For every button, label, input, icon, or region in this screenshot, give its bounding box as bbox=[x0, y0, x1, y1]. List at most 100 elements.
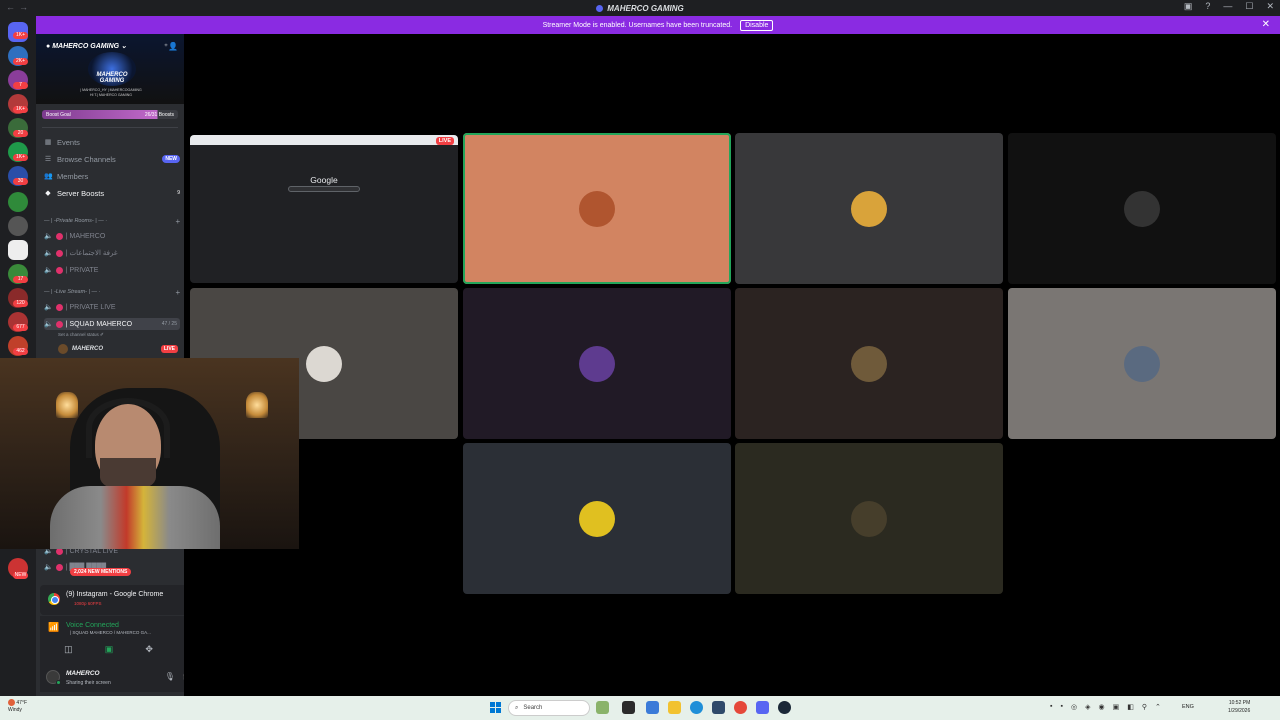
window-controls: ▣ ? — ☐ ✕ bbox=[1184, 1, 1274, 12]
add-channel-icon[interactable]: + bbox=[175, 288, 180, 297]
participant-avatar bbox=[579, 190, 615, 227]
category-live-stream[interactable]: — | -Live Stream- | — · + bbox=[44, 287, 180, 297]
browse-channels-item[interactable]: ☰ Browse Channels NEW bbox=[44, 153, 180, 165]
file-explorer-icon[interactable] bbox=[668, 701, 681, 714]
edge-icon[interactable] bbox=[690, 701, 703, 714]
voice-channel-path[interactable]: | SQUAD MAHERCO / MAHERCO GA... bbox=[70, 630, 151, 635]
tray-icon[interactable]: ◧ bbox=[1127, 703, 1134, 711]
chrome-taskbar-icon[interactable] bbox=[734, 701, 747, 714]
rail-badge: 30 bbox=[13, 178, 28, 185]
invite-people-icon[interactable]: ⁺👤 bbox=[164, 42, 178, 51]
weather-widget[interactable]: 47°F Windy bbox=[8, 699, 27, 714]
activities-icon[interactable]: ✥ bbox=[145, 644, 153, 655]
screen-share-icon[interactable]: ▣ bbox=[105, 644, 114, 655]
clock[interactable]: 10:52 PM 1/29/2026 bbox=[1228, 699, 1250, 715]
voice-channel[interactable]: 🔈 | MAHERCO bbox=[44, 230, 180, 242]
back-forward-arrows[interactable]: ←→ bbox=[6, 2, 32, 12]
voice-member[interactable]: MAHERCO LIVE bbox=[58, 343, 178, 355]
inbox-icon[interactable]: ▣ bbox=[1184, 1, 1193, 12]
streamer-webcam bbox=[0, 358, 299, 549]
chevron-up-icon[interactable]: ⌃ bbox=[1155, 703, 1161, 711]
voice-channel-active[interactable]: 🔈 | SQUAD MAHERCO 47 / 25 bbox=[44, 318, 180, 330]
app-icon[interactable] bbox=[712, 701, 725, 714]
participant-avatar bbox=[851, 190, 887, 227]
steam-icon[interactable] bbox=[778, 701, 791, 714]
stream-quality: 1080p 60FPS bbox=[74, 601, 102, 606]
channel-emoji-icon bbox=[55, 249, 63, 257]
system-tray: ▪ ▪ ◎ ◈ ◉ ▣ ◧ ⚲ ⌃ bbox=[1050, 703, 1161, 711]
channel-emoji-icon bbox=[55, 320, 63, 328]
channel-emoji-icon bbox=[55, 303, 63, 311]
server-header[interactable]: ● MAHERCO GAMING ⌄ ⁺👤 MAHERCO GAMING | M… bbox=[36, 34, 184, 104]
participant-tile[interactable] bbox=[735, 443, 1003, 594]
add-channel-icon[interactable]: + bbox=[175, 217, 180, 226]
boost-count: 9 bbox=[177, 190, 180, 196]
participant-tile[interactable] bbox=[735, 133, 1003, 284]
tray-icon[interactable]: ▣ bbox=[1113, 703, 1120, 711]
browser-tab-bar bbox=[190, 135, 458, 145]
channel-status-link[interactable]: Set a channel status ✐ bbox=[58, 332, 104, 338]
boost-goal-label: Boost Goal bbox=[46, 111, 71, 118]
channel-emoji-icon bbox=[55, 266, 63, 274]
minimize-button[interactable]: — bbox=[1223, 1, 1232, 12]
close-button[interactable]: ✕ bbox=[1266, 1, 1274, 12]
participant-tile[interactable] bbox=[463, 443, 731, 594]
app-icon[interactable] bbox=[646, 701, 659, 714]
participant-tile[interactable] bbox=[1008, 133, 1276, 284]
streamer-shirt bbox=[50, 486, 220, 549]
server-icon[interactable] bbox=[8, 240, 28, 260]
signal-icon[interactable]: 📶 bbox=[48, 622, 59, 633]
participant-tile[interactable] bbox=[463, 288, 731, 439]
window-title: MAHERCO GAMING bbox=[596, 4, 684, 13]
rail-badge: NEW bbox=[13, 572, 28, 579]
widgets-icon[interactable] bbox=[596, 701, 609, 714]
rail-badge: 677 bbox=[13, 324, 28, 331]
rail-badge: 1K+ bbox=[13, 32, 28, 39]
screen-share-stream-tile[interactable]: Google LIVE bbox=[190, 135, 458, 283]
discord-taskbar-icon[interactable] bbox=[756, 701, 769, 714]
taskbar-search[interactable]: ⌕ Search bbox=[508, 700, 590, 716]
task-view-icon[interactable] bbox=[622, 701, 635, 714]
participant-tile[interactable] bbox=[735, 288, 1003, 439]
category-private-rooms[interactable]: — | -Private Rooms- | — · + bbox=[44, 216, 180, 226]
voice-channel[interactable]: 🔈 | PRIVATE LIVE bbox=[44, 301, 180, 313]
server-icon[interactable] bbox=[8, 216, 28, 236]
events-item[interactable]: ▦ Events bbox=[44, 136, 180, 148]
headphones-icon[interactable]: 🎧 bbox=[183, 672, 184, 681]
rail-badge: 7 bbox=[13, 82, 28, 89]
tray-icon[interactable]: ▪ bbox=[1060, 703, 1062, 711]
tray-icon[interactable]: ◉ bbox=[1098, 703, 1104, 711]
voice-channel[interactable]: 🔈 | PRIVATE bbox=[44, 264, 180, 276]
username[interactable]: MAHERCO bbox=[66, 670, 100, 677]
dismiss-banner-icon[interactable]: ✕ bbox=[1262, 19, 1270, 30]
members-item[interactable]: 👥 Members bbox=[44, 170, 180, 182]
boost-goal-bar[interactable]: Boost Goal 26/31 Boosts bbox=[42, 110, 178, 119]
participant-tile[interactable] bbox=[463, 133, 731, 284]
microphone-icon[interactable]: 🎙 bbox=[165, 672, 175, 681]
help-icon[interactable]: ? bbox=[1205, 1, 1210, 12]
disable-button[interactable]: Disable bbox=[740, 19, 774, 31]
tray-icon[interactable]: ◎ bbox=[1071, 703, 1077, 711]
maximize-button[interactable]: ☐ bbox=[1245, 1, 1253, 12]
new-badge: NEW bbox=[162, 155, 180, 163]
start-button[interactable] bbox=[490, 702, 501, 713]
server-boosts-item[interactable]: ◆ Server Boosts 9 bbox=[44, 187, 180, 199]
voice-connected-title[interactable]: Voice Connected bbox=[66, 622, 119, 629]
camera-icon[interactable]: ◫ bbox=[64, 644, 73, 655]
server-rail: 1K+ 2K+ 7 1K+ 20 1K+ 30 17 120 677 462 N… bbox=[0, 16, 36, 696]
tray-icon[interactable]: ⚲ bbox=[1142, 703, 1147, 711]
participant-tile[interactable] bbox=[1008, 288, 1276, 439]
tray-icon[interactable]: ◈ bbox=[1085, 703, 1090, 711]
server-name[interactable]: ● MAHERCO GAMING ⌄ bbox=[46, 42, 127, 50]
voice-channel[interactable]: 🔈 | غرفة الاجتماعات bbox=[44, 247, 180, 259]
google-search-box bbox=[288, 186, 360, 192]
channel-capacity: 47 / 25 bbox=[161, 321, 177, 327]
tray-icon[interactable]: ▪ bbox=[1050, 703, 1052, 711]
participant-avatar bbox=[1124, 345, 1160, 382]
boost-goal-value: 26/31 Boosts bbox=[144, 111, 174, 118]
new-mentions-pill[interactable]: 2,024 NEW MENTIONS bbox=[70, 568, 132, 576]
live-badge: LIVE bbox=[160, 345, 178, 353]
user-panel: MAHERCO Sharing their screen 🎙 🎧 ⚙ bbox=[40, 662, 184, 692]
server-icon[interactable] bbox=[8, 192, 28, 212]
language-indicator[interactable]: ENG bbox=[1182, 704, 1194, 710]
